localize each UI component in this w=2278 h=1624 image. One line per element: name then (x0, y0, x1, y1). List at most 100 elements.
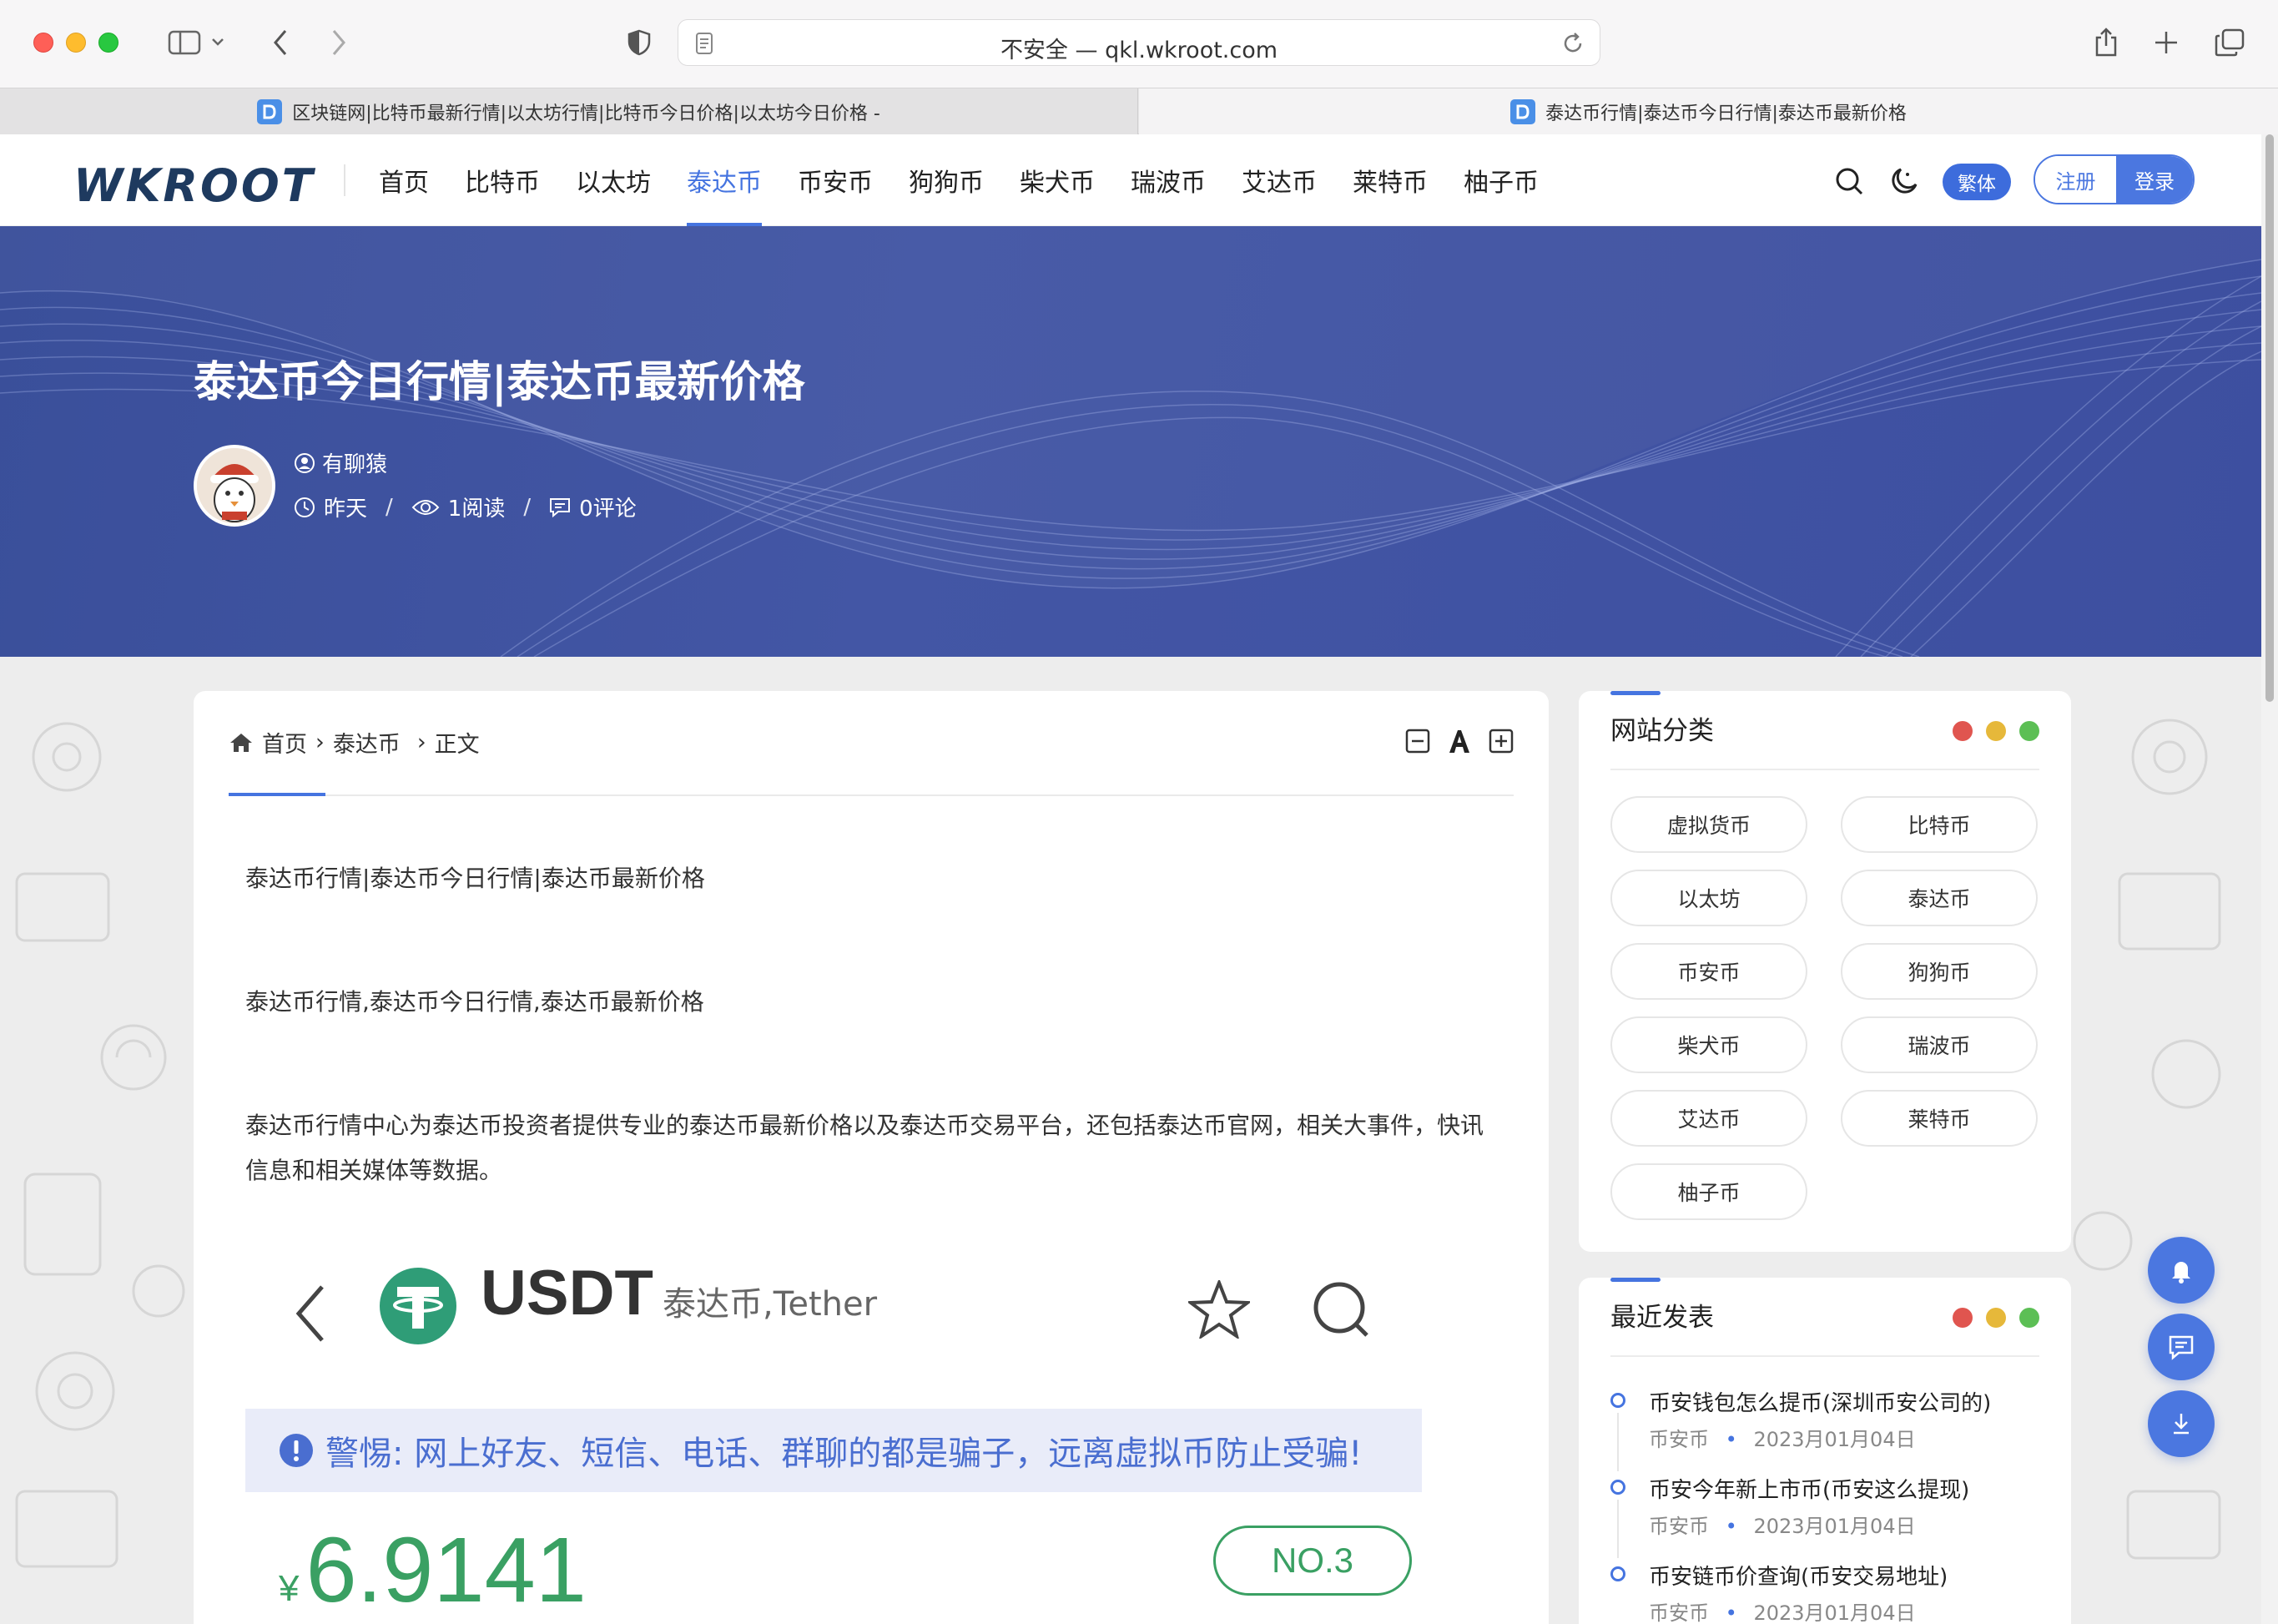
meta-separator: / (523, 494, 532, 520)
nav-item-cardano[interactable]: 艾达币 (1242, 134, 1317, 226)
browser-tab-2[interactable]: 泰达币行情|泰达币今日行情|泰达币最新价格 (1139, 88, 2278, 134)
nav-item-bitcoin[interactable]: 比特币 (465, 134, 540, 226)
dot-green (2019, 1308, 2039, 1328)
tab-title: 泰达币行情|泰达币今日行情|泰达币最新价格 (1545, 103, 1907, 124)
category-pill[interactable]: 以太坊 (1610, 870, 1807, 926)
recent-post-title[interactable]: 币安今年新上市币(币安这么提现) (1649, 1473, 1969, 1504)
comment-count: 0评论 (579, 497, 637, 522)
notification-button[interactable] (2148, 1237, 2215, 1304)
search-button[interactable] (1831, 163, 1867, 199)
article-card: 首页 › 泰达币 › 正文 泰达币行情|泰达币今日行情|泰达币最新价格 泰达币行… (194, 691, 1549, 1624)
embed-coin-name: 泰达币,Tether (663, 1285, 878, 1324)
breadcrumb-category[interactable]: 泰达币 (333, 726, 401, 759)
category-pill[interactable]: 柴犬币 (1610, 1016, 1807, 1073)
avatar-illustration (197, 448, 272, 523)
nav-item-ripple[interactable]: 瑞波币 (1131, 134, 1206, 226)
category-pill[interactable]: 币安币 (1610, 943, 1807, 1000)
nav-item-eos[interactable]: 柚子币 (1464, 134, 1539, 226)
recent-post-category[interactable]: 币安币 (1649, 1515, 1709, 1538)
category-pill[interactable]: 狗狗币 (1841, 943, 2038, 1000)
forward-button[interactable] (324, 23, 354, 62)
dark-mode-toggle[interactable] (1886, 163, 1923, 199)
dot-red (1953, 1308, 1973, 1328)
register-button[interactable]: 注册 (2035, 156, 2116, 203)
share-button[interactable] (2091, 23, 2121, 62)
star-icon (1188, 1280, 1250, 1339)
download-button[interactable] (2148, 1390, 2215, 1457)
breadcrumb-separator: › (315, 729, 325, 755)
nav-item-dogecoin[interactable]: 狗狗币 (909, 134, 984, 226)
window-minimize-button[interactable] (66, 33, 86, 53)
category-pill[interactable]: 比特币 (1841, 796, 2038, 853)
browser-tab-1[interactable]: 区块链网|比特币最新行情|以太坊行情|比特币今日价格|以太坊今日价格 - (0, 88, 1138, 134)
window-zoom-button[interactable] (98, 33, 118, 53)
reload-icon[interactable] (1561, 32, 1585, 55)
sidebar-toggle-button[interactable] (164, 23, 230, 62)
embed-coin-symbol: USDT (481, 1258, 653, 1329)
category-pill[interactable]: 柚子币 (1610, 1163, 1807, 1220)
font-reset-icon[interactable] (1447, 728, 1472, 754)
category-pill[interactable]: 瑞波币 (1841, 1016, 2038, 1073)
widget-accent (1610, 1278, 1661, 1282)
category-pill[interactable]: 泰达币 (1841, 870, 2038, 926)
article-title: 泰达币今日行情|泰达币最新价格 (194, 358, 805, 407)
site-logo[interactable]: WKROOT (73, 159, 315, 212)
new-tab-button[interactable] (2151, 23, 2181, 62)
address-bar[interactable]: 不安全 — qkl.wkroot.com (678, 19, 1600, 66)
download-icon (2174, 1414, 2189, 1435)
tether-logo-icon (380, 1268, 456, 1344)
breadcrumb-home[interactable]: 首页 (262, 726, 307, 759)
tabs-icon (2215, 28, 2245, 57)
author-name[interactable]: 有聊猿 (294, 447, 387, 478)
login-button[interactable]: 登录 (2116, 156, 2193, 203)
meta-bullet: • (1725, 1601, 1737, 1624)
category-pill[interactable]: 莱特币 (1841, 1090, 2038, 1147)
recent-post-date: 2023月01月04日 (1753, 1515, 1916, 1538)
nav-item-bnb[interactable]: 币安币 (798, 134, 873, 226)
category-pill[interactable]: 艾达币 (1610, 1090, 1807, 1147)
recent-post-category[interactable]: 币安币 (1649, 1601, 1709, 1624)
font-increase-icon[interactable] (1489, 729, 1514, 754)
widget-dots (1953, 1308, 2039, 1328)
recent-post-date: 2023月01月04日 (1753, 1601, 1916, 1624)
recent-post-title[interactable]: 币安链币价查询(币安交易地址) (1649, 1560, 1948, 1591)
nav-item-ethereum[interactable]: 以太坊 (576, 134, 651, 226)
embed-price: ¥ 6.9141 (279, 1517, 587, 1623)
recent-post-category[interactable]: 币安币 (1649, 1428, 1709, 1451)
tab-overview-button[interactable] (2213, 23, 2246, 62)
meta-bullet: • (1725, 1428, 1737, 1451)
dot-red (1953, 721, 1973, 741)
back-button[interactable] (265, 23, 295, 62)
page-scrollbar[interactable] (2261, 134, 2278, 1624)
comment-button[interactable] (2148, 1314, 2215, 1380)
chevron-right-icon (332, 30, 345, 55)
traditional-chinese-button[interactable]: 繁体 (1943, 164, 2011, 200)
category-pill[interactable]: 虚拟货币 (1610, 796, 1807, 853)
nav-item-tether[interactable]: 泰达币 (687, 134, 762, 226)
recent-post-item: 币安今年新上市币(币安这么提现) 币安币 • 2023月01月04日 (1610, 1473, 2044, 1558)
font-decrease-icon[interactable] (1405, 729, 1430, 754)
comment-icon (550, 497, 571, 517)
timeline-line (1617, 1500, 1619, 1558)
meta-bullet: • (1725, 1515, 1737, 1538)
breadcrumb-accent (229, 793, 325, 796)
widget-divider (1610, 1355, 2039, 1357)
article-screenshot: USDT 泰达币,Tether 警惕: 网上好友、短信、电话、群聊的都是骗子，远… (245, 1250, 1497, 1624)
nav-item-shiba[interactable]: 柴犬币 (1020, 134, 1095, 226)
share-icon (2095, 28, 2117, 57)
recent-post-meta: 币安币 • 2023月01月04日 (1649, 1423, 1916, 1452)
window-close-button[interactable] (33, 33, 53, 53)
embed-warning-text: 警惕: 网上好友、短信、电话、群聊的都是骗子，远离虚拟币防止受骗! (325, 1435, 1363, 1473)
categories-widget: 网站分类 虚拟货币 比特币 以太坊 泰达币 币安币 狗狗币 柴犬币 瑞波币 艾达… (1579, 691, 2071, 1252)
embed-warning-banner: 警惕: 网上好友、短信、电话、群聊的都是骗子，远离虚拟币防止受骗! (245, 1409, 1422, 1492)
privacy-report-button[interactable] (622, 23, 656, 62)
widget-accent (1610, 691, 1661, 695)
nav-item-litecoin[interactable]: 莱特币 (1353, 134, 1428, 226)
embed-price-currency: ¥ (279, 1568, 300, 1609)
recent-post-title[interactable]: 币安钱包怎么提币(深圳币安公司的) (1649, 1386, 1991, 1417)
author-label: 有聊猿 (322, 452, 388, 477)
scrollbar-thumb[interactable] (2265, 134, 2274, 702)
author-avatar[interactable] (194, 445, 275, 527)
site-favicon (257, 98, 283, 124)
nav-item-home[interactable]: 首页 (379, 134, 429, 226)
